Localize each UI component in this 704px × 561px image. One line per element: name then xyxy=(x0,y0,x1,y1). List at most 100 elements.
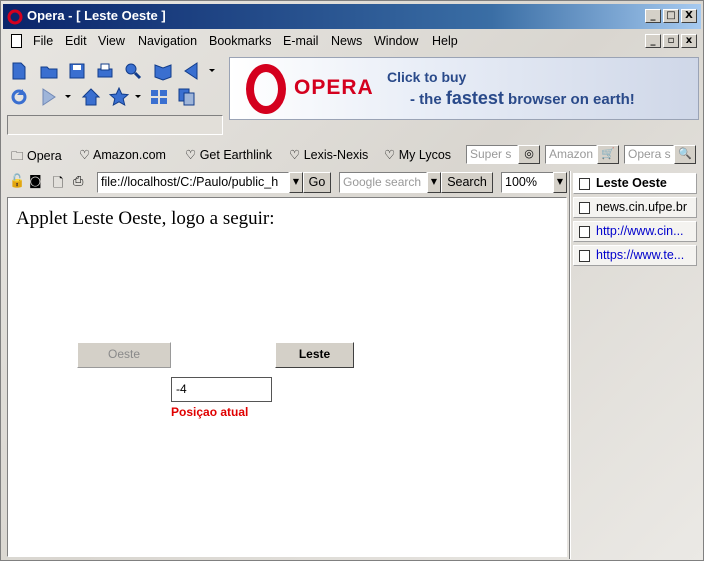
west-button: Oeste xyxy=(77,342,171,368)
bookmark-earthlink-label: Get Earthlink xyxy=(199,148,272,162)
page-icon xyxy=(579,178,590,190)
address-bar: 🔓 ◙ 🗋 ⎙ file://localhost/C:/Paulo/public… xyxy=(3,171,569,195)
bookmark-opera[interactable]: 🗀 Opera xyxy=(11,147,62,168)
folder-icon: 🗀 xyxy=(11,149,24,163)
page-icon[interactable]: 🗋 xyxy=(53,174,63,196)
menu-bar: File Edit View Navigation Bookmarks E-ma… xyxy=(3,31,701,53)
find-icon[interactable] xyxy=(123,61,143,81)
page-icon xyxy=(579,250,590,262)
zoom-field[interactable]: 100% xyxy=(501,172,555,193)
mdi-close-button[interactable]: x xyxy=(681,34,697,48)
google-search-input[interactable]: Google search xyxy=(339,172,427,193)
window-panel: Leste Oeste news.cin.ufpe.br http://www.… xyxy=(571,171,701,557)
position-field[interactable]: -4 xyxy=(171,377,272,402)
maximize-button[interactable]: □ xyxy=(663,9,679,23)
menu-help[interactable]: Help xyxy=(432,34,458,48)
bookmark-lexis-nexis-label: Lexis-Nexis xyxy=(303,148,369,162)
mdi-minimize-button[interactable]: _ xyxy=(645,34,661,48)
bookmark-amazon[interactable]: ♡ Amazon.com xyxy=(79,147,166,162)
bookmark-opera-label: Opera xyxy=(27,149,62,163)
news-icon xyxy=(579,202,590,214)
opera-ad-banner[interactable]: OPERA Click to buy - the fastest browser… xyxy=(229,57,699,120)
cart-icon[interactable]: 🛒 xyxy=(597,145,619,164)
menu-email[interactable]: E-mail xyxy=(283,34,318,48)
east-button[interactable]: Leste xyxy=(275,342,354,368)
window-item-label: http://www.cin... xyxy=(596,224,684,238)
bookmark-dropdown-icon[interactable] xyxy=(133,91,143,101)
heart-icon: ♡ xyxy=(289,148,301,162)
title-bar[interactable]: Opera - [ Leste Oeste ] _ □ X xyxy=(3,4,701,29)
address-dropdown-icon[interactable]: ▼ xyxy=(289,172,303,193)
menu-bookmarks[interactable]: Bookmarks xyxy=(209,34,272,48)
opera-window: Opera - [ Leste Oeste ] _ □ X File Edit … xyxy=(0,0,704,561)
menu-file[interactable]: File xyxy=(33,34,53,48)
tile-windows-icon[interactable] xyxy=(149,87,169,107)
search-button[interactable]: Search xyxy=(441,172,493,193)
page-heading: Applet Leste Oeste, logo a seguir: xyxy=(16,208,275,229)
cascade-windows-icon[interactable] xyxy=(177,87,197,107)
banner-line2-prefix: - the xyxy=(410,91,446,108)
opera-o-logo-icon xyxy=(246,64,286,114)
opera-logo-icon xyxy=(7,9,23,25)
status-field xyxy=(7,115,223,135)
amazon-search-field[interactable]: Amazon xyxy=(545,145,597,164)
go-button[interactable]: Go xyxy=(303,172,331,193)
document-icon xyxy=(11,34,22,48)
window-item-cin-link[interactable]: http://www.cin... xyxy=(573,221,697,242)
mdi-restore-button[interactable]: ▫ xyxy=(663,34,679,48)
bookmark-lexis-nexis[interactable]: ♡ Lexis-Nexis xyxy=(289,147,368,162)
zoom-dropdown-icon[interactable]: ▼ xyxy=(553,172,567,193)
minimize-button[interactable]: _ xyxy=(645,9,661,23)
bookmark-amazon-label: Amazon.com xyxy=(93,148,166,162)
position-label: Posiçao atual xyxy=(171,405,249,419)
security-lock-icon[interactable]: 🔓 xyxy=(9,174,25,189)
window-item-label: https://www.te... xyxy=(596,248,685,262)
address-input[interactable]: file://localhost/C:/Paulo/public_h xyxy=(97,172,289,193)
window-item-leste-oeste[interactable]: Leste Oeste xyxy=(573,173,697,194)
menu-window[interactable]: Window xyxy=(374,34,418,48)
save-icon[interactable] xyxy=(67,61,87,81)
opera-search-field[interactable]: Opera s xyxy=(624,145,674,164)
window-title: Opera - [ Leste Oeste ] xyxy=(27,8,166,23)
window-item-te-link[interactable]: https://www.te... xyxy=(573,245,697,266)
bookmark-lycos[interactable]: ♡ My Lycos xyxy=(384,147,451,162)
window-item-label: Leste Oeste xyxy=(596,176,667,190)
heart-icon: ♡ xyxy=(79,148,91,162)
forward-arrow-icon[interactable] xyxy=(39,87,59,107)
open-folder-icon[interactable] xyxy=(39,61,59,81)
banner-line2-bold: fastest xyxy=(445,88,504,108)
forward-dropdown-icon[interactable] xyxy=(63,91,73,101)
bookmark-earthlink[interactable]: ♡ Get Earthlink xyxy=(185,147,272,162)
magnifier-icon[interactable]: 🔍 xyxy=(674,145,696,164)
back-arrow-icon[interactable] xyxy=(181,61,201,81)
banner-line2: - the fastest browser on earth! xyxy=(410,88,635,109)
bookmark-lycos-label: My Lycos xyxy=(398,148,452,162)
heart-icon: ♡ xyxy=(384,148,396,162)
window-item-label: news.cin.ufpe.br xyxy=(596,200,688,214)
menu-view[interactable]: View xyxy=(98,34,125,48)
menu-navigation[interactable]: Navigation xyxy=(138,34,197,48)
hotlist-icon[interactable] xyxy=(153,61,173,81)
super-search-field[interactable]: Super s xyxy=(466,145,518,164)
window-item-news[interactable]: news.cin.ufpe.br xyxy=(573,197,697,218)
banner-line1: Click to buy xyxy=(387,69,467,85)
banner-line2-suffix: browser on earth! xyxy=(503,91,635,108)
bookmark-star-icon[interactable] xyxy=(109,87,129,107)
new-page-icon[interactable] xyxy=(9,61,29,81)
page-icon xyxy=(579,226,590,238)
banner-brand: OPERA xyxy=(294,76,374,99)
globe-search-icon[interactable]: ◎ xyxy=(518,145,540,164)
heart-icon: ♡ xyxy=(185,148,197,162)
printer-icon[interactable]: ⎙ xyxy=(73,174,83,189)
search-engine-dropdown-icon[interactable]: ▼ xyxy=(427,172,441,193)
close-button[interactable]: X xyxy=(681,9,697,23)
reload-icon[interactable] xyxy=(9,87,29,107)
menu-news[interactable]: News xyxy=(331,34,362,48)
home-icon[interactable] xyxy=(81,87,101,107)
menu-edit[interactable]: Edit xyxy=(65,34,87,48)
print-icon[interactable] xyxy=(95,61,115,81)
back-dropdown-icon[interactable] xyxy=(207,65,217,75)
personal-bar: 🗀 Opera ♡ Amazon.com ♡ Get Earthlink ♡ L… xyxy=(3,143,701,167)
page-viewport: Applet Leste Oeste, logo a seguir: Oeste… xyxy=(7,197,567,557)
camera-icon[interactable]: ◙ xyxy=(29,174,42,189)
